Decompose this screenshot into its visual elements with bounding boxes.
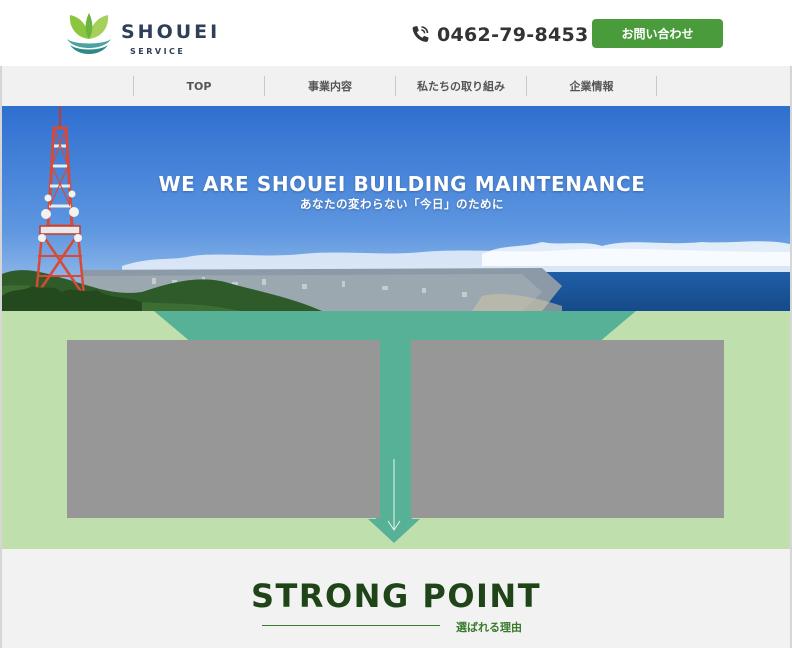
phone-contact[interactable]: 0462-79-8453 bbox=[408, 21, 589, 49]
logo-subtitle: SERVICE bbox=[130, 47, 186, 56]
phone-number: 0462-79-8453 bbox=[437, 24, 589, 46]
phone-icon bbox=[412, 26, 429, 42]
nav-item-initiatives[interactable]: 私たちの取り組み bbox=[395, 76, 526, 96]
nav-item-business[interactable]: 事業内容 bbox=[264, 76, 395, 96]
feature-section bbox=[2, 311, 790, 549]
logo-name: SHOUEI bbox=[121, 21, 221, 43]
site-header: SHOUEI SERVICE 0462-79-8453 お問い合わせ bbox=[0, 0, 792, 66]
section-title: STRONG POINT bbox=[250, 577, 542, 615]
site-logo[interactable]: SHOUEI SERVICE bbox=[64, 9, 217, 59]
section-subtitle: 選ばれる理由 bbox=[456, 621, 522, 634]
nav-item-company[interactable]: 企業情報 bbox=[526, 76, 657, 96]
main-nav: TOP 事業内容 私たちの取り組み 企業情報 bbox=[2, 66, 790, 106]
title-underline bbox=[262, 625, 440, 626]
hero-banner: WE ARE SHOUEI BUILDING MAINTENANCE あなたの変… bbox=[2, 106, 790, 311]
feature-card-image bbox=[67, 340, 380, 518]
contact-button[interactable]: お問い合わせ bbox=[592, 19, 723, 48]
hero-subtitle: あなたの変わらない「今日」のために bbox=[300, 197, 504, 211]
feature-card-image bbox=[411, 340, 724, 518]
strong-point-section: STRONG POINT 選ばれる理由 bbox=[2, 549, 790, 648]
leaf-hands-logo-icon bbox=[67, 13, 111, 54]
nav-item-top[interactable]: TOP bbox=[133, 76, 264, 96]
hero-title: WE ARE SHOUEI BUILDING MAINTENANCE bbox=[158, 172, 646, 196]
